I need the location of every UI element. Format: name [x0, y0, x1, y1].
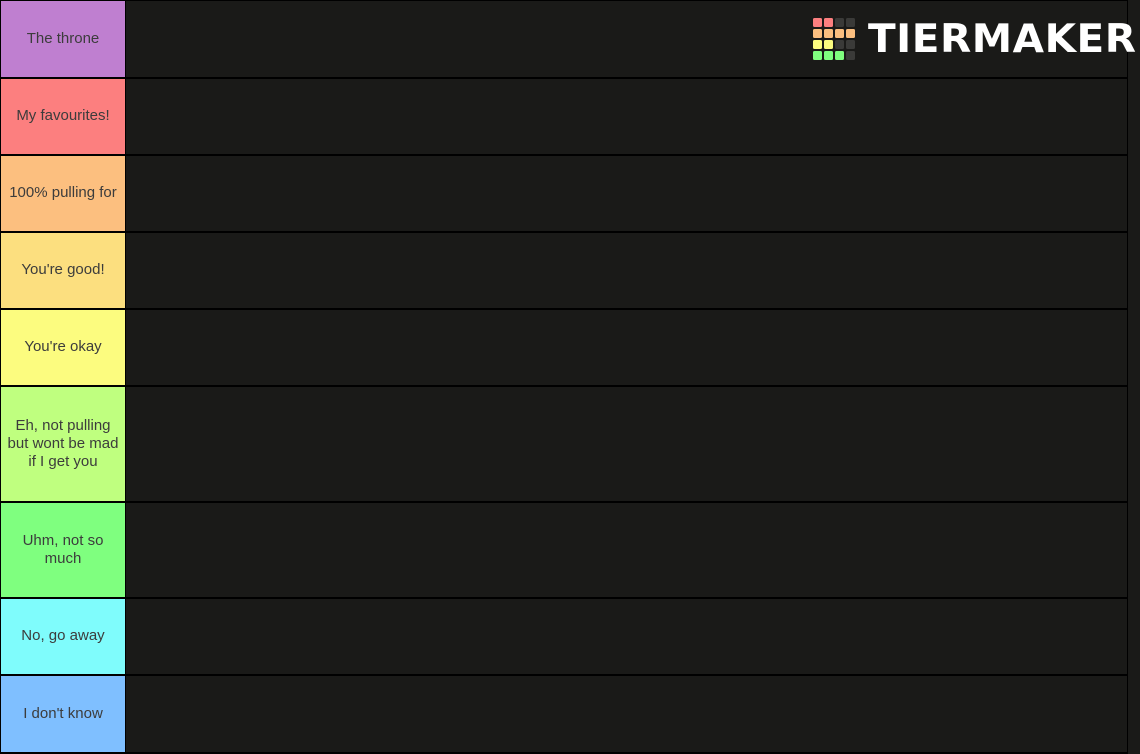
tier-label-1[interactable]: My favourites! [1, 79, 126, 154]
logo-grid-cell-2-1 [823, 40, 833, 49]
tiermaker-page: TierMaker The throne My favourites! 100% p… [0, 0, 1140, 754]
tier-dropzone-8[interactable] [126, 676, 1127, 752]
tier-row: Eh, not pulling but wont be mad if I get… [1, 387, 1127, 503]
logo-grid-cell-2-0 [812, 40, 822, 49]
tier-row: No, go away [1, 599, 1127, 676]
logo-grid-cell-0-1 [823, 18, 833, 27]
tier-dropzone-2[interactable] [126, 156, 1127, 231]
tier-list: The throne My favourites! 100% pulling for… [0, 0, 1128, 754]
tier-row: My favourites! [1, 79, 1127, 156]
tier-label-2[interactable]: 100% pulling for [1, 156, 126, 231]
logo-grid-cell-0-3 [845, 18, 855, 27]
tier-dropzone-5[interactable] [126, 387, 1127, 501]
tier-label-5[interactable]: Eh, not pulling but wont be mad if I get… [1, 387, 126, 501]
tiermaker-grid-icon [812, 18, 855, 60]
logo-grid-cell-2-3 [845, 40, 855, 49]
tier-label-4[interactable]: You're okay [1, 310, 126, 385]
logo-grid-cell-0-2 [834, 18, 844, 27]
tier-row: You're good! [1, 233, 1127, 310]
tier-row: 100% pulling for [1, 156, 1127, 233]
tier-row: You're okay [1, 310, 1127, 387]
logo-grid-cell-3-0 [812, 51, 822, 60]
tier-label-3[interactable]: You're good! [1, 233, 126, 308]
tiermaker-logo[interactable]: TierMaker [812, 0, 1140, 78]
logo-grid-cell-0-0 [812, 18, 822, 27]
tier-label-6[interactable]: Uhm, not so much [1, 503, 126, 597]
logo-grid-cell-2-2 [834, 40, 844, 49]
tier-label-0[interactable]: The throne [1, 1, 126, 77]
logo-grid-cell-1-0 [812, 29, 822, 38]
tier-row: Uhm, not so much [1, 503, 1127, 599]
tier-dropzone-7[interactable] [126, 599, 1127, 674]
tier-row: I don't know [1, 676, 1127, 754]
tiermaker-wordmark: TierMaker [867, 16, 1137, 62]
logo-grid-cell-3-1 [823, 51, 833, 60]
tier-dropzone-1[interactable] [126, 79, 1127, 154]
logo-grid-cell-1-2 [834, 29, 844, 38]
tier-dropzone-6[interactable] [126, 503, 1127, 597]
logo-grid-cell-3-2 [834, 51, 844, 60]
logo-grid-cell-1-1 [823, 29, 833, 38]
tier-label-8[interactable]: I don't know [1, 676, 126, 752]
logo-grid-cell-1-3 [845, 29, 855, 38]
tier-dropzone-3[interactable] [126, 233, 1127, 308]
tier-label-7[interactable]: No, go away [1, 599, 126, 674]
tier-dropzone-4[interactable] [126, 310, 1127, 385]
logo-grid-cell-3-3 [845, 51, 855, 60]
